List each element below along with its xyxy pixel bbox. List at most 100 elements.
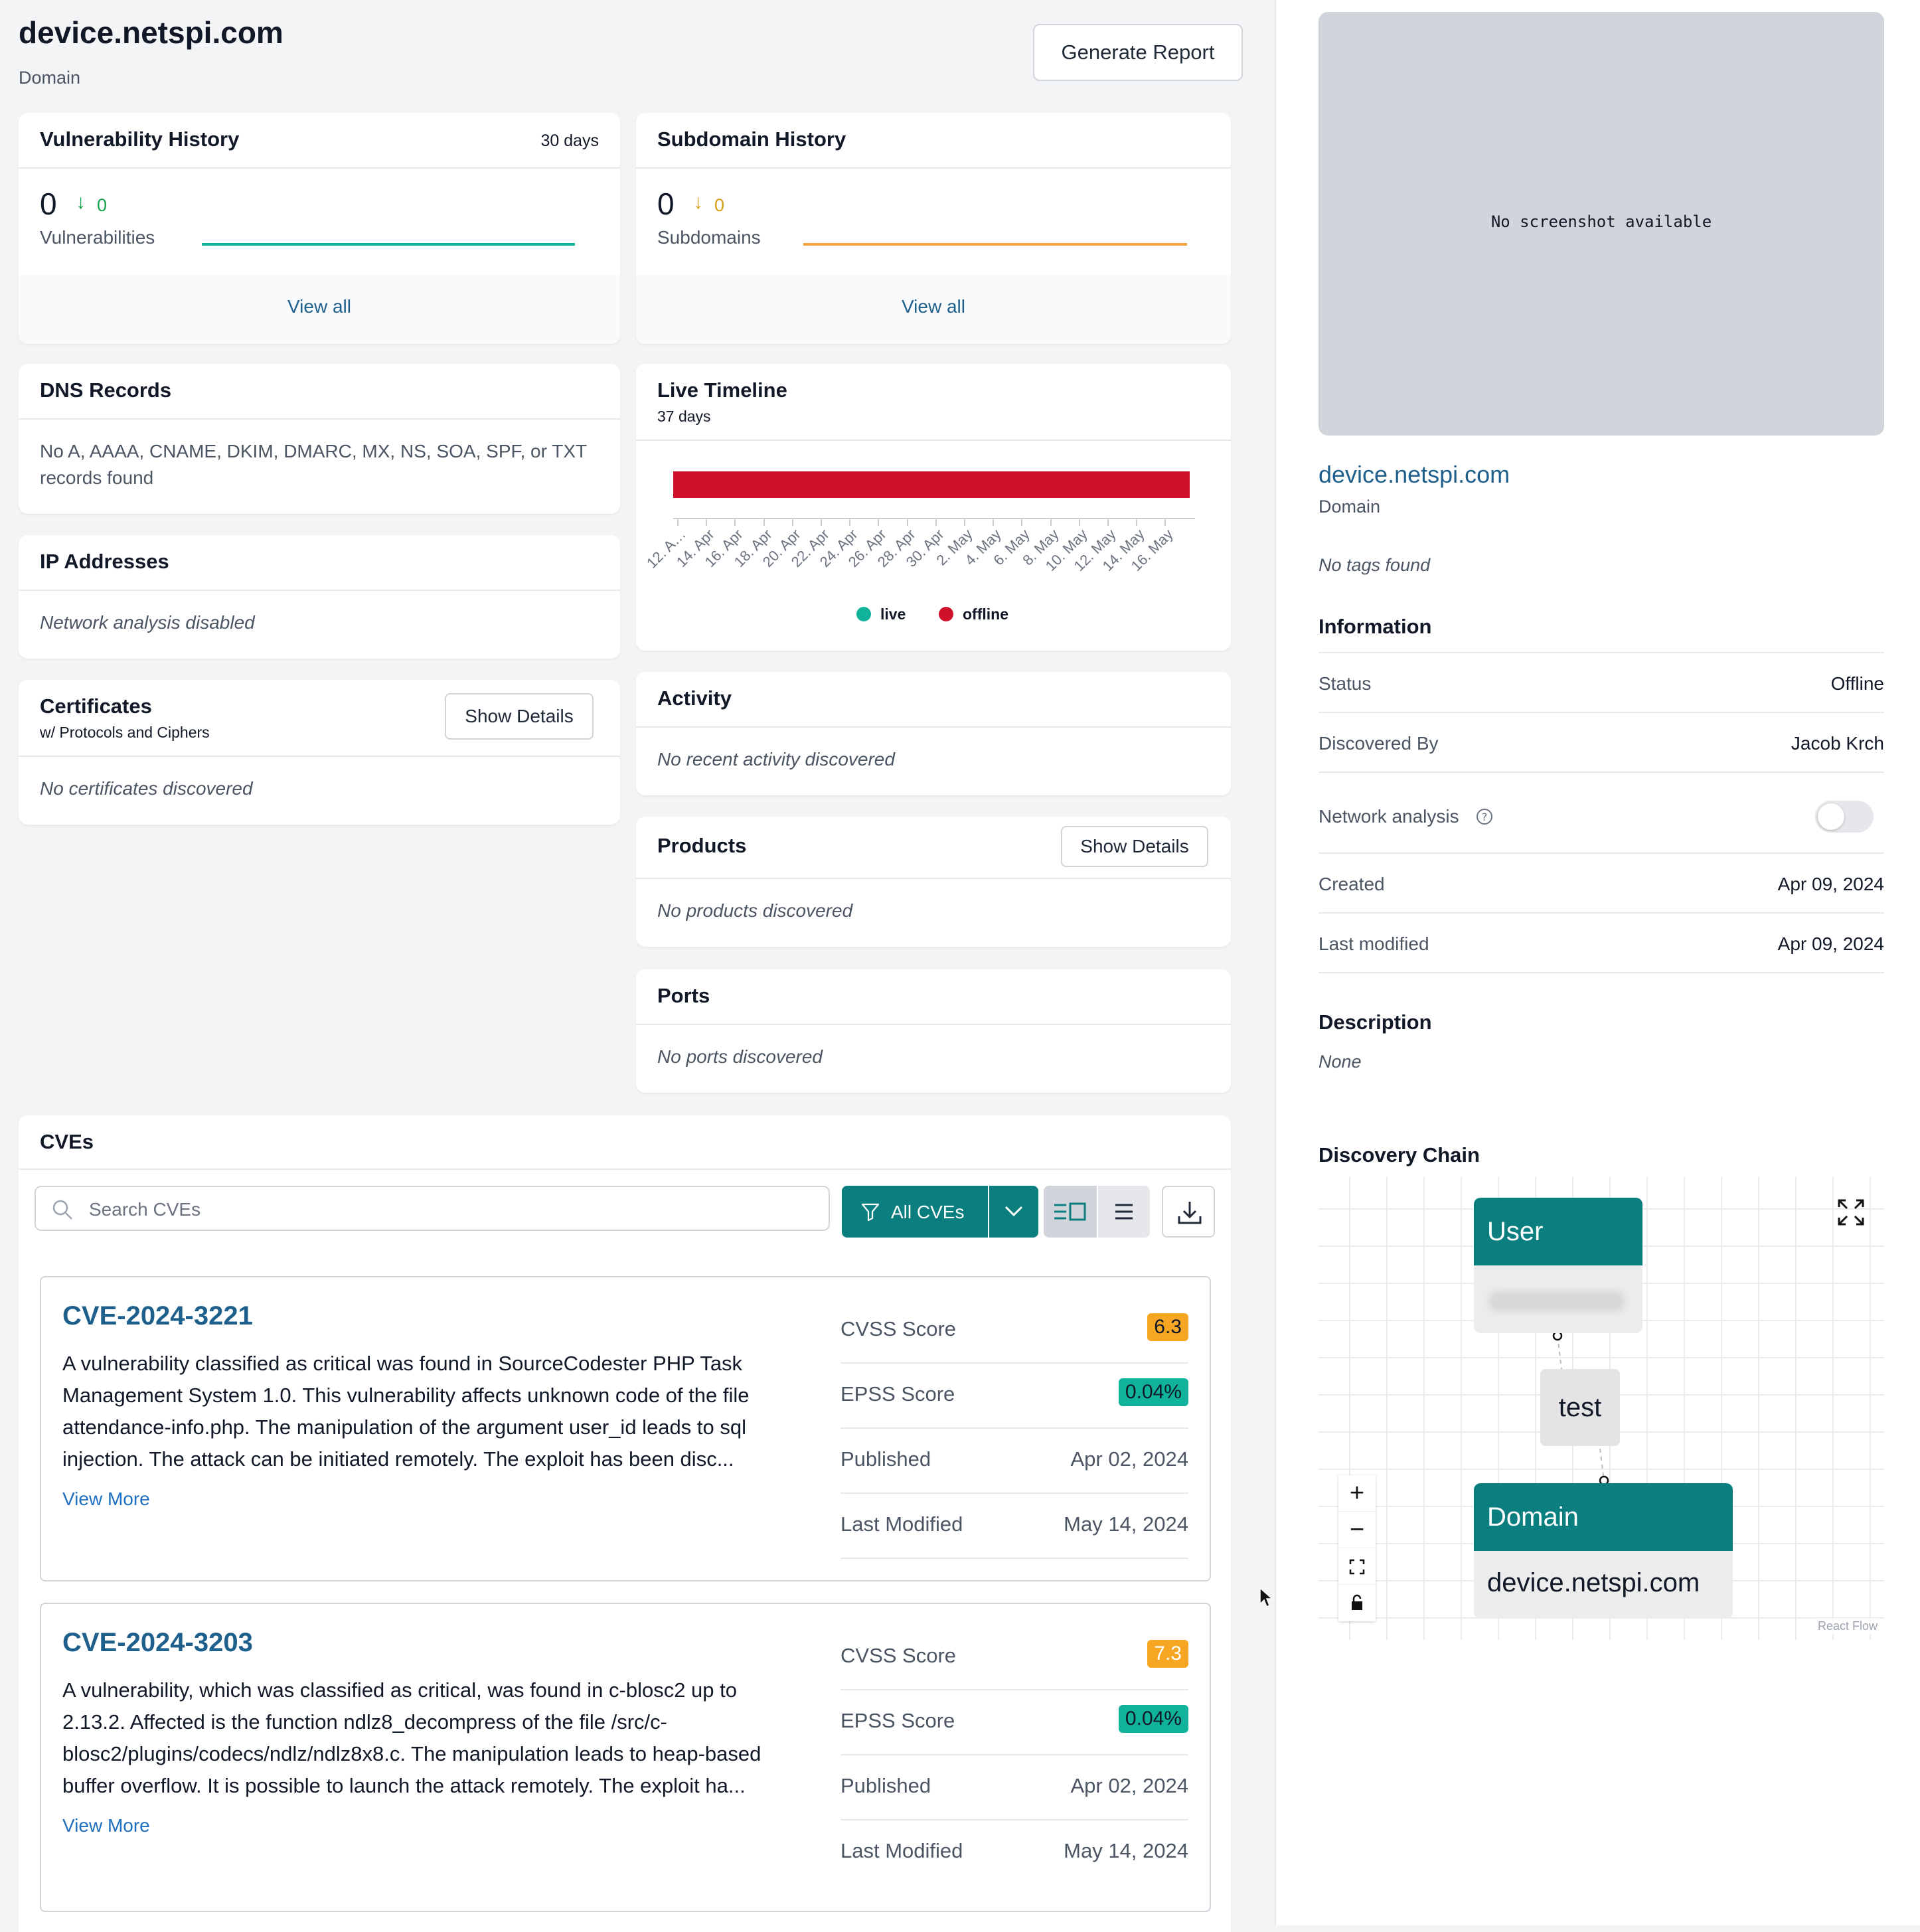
zoom-out-icon[interactable]: − [1338,1512,1376,1548]
card-title: Products [657,834,747,857]
subdomain-label: Subdomains [657,227,761,248]
dns-records-card: DNS Records No A, AAAA, CNAME, DKIM, DMA… [19,364,620,514]
epss-label: EPSS Score [840,1382,955,1406]
discovered-by-label: Discovered By [1319,733,1439,754]
card-view-toggle[interactable] [1044,1186,1097,1238]
certificates-card: Certificates w/ Protocols and Ciphers Sh… [19,680,620,825]
timeline-tick-mark [677,519,679,526]
timeline-tick-mark [878,519,880,526]
react-flow-attribution[interactable]: React Flow [1814,1618,1880,1635]
domain-node-value: device.netspi.com [1487,1568,1700,1597]
timeline-tick-mark [1107,519,1109,526]
test-node[interactable]: test [1540,1369,1620,1446]
legend-live-label[interactable]: live [880,605,906,623]
timeline-tick-mark [964,519,965,526]
activity-empty-text: No recent activity discovered [657,749,895,769]
timeline-tick-mark [1164,519,1166,526]
domain-node-header[interactable]: Domain [1474,1483,1733,1551]
status-value: Offline [1830,673,1884,694]
subdomain-count: 0 [657,187,675,221]
screenshot-placeholder: No screenshot available [1319,12,1884,436]
domain-link[interactable]: device.netspi.com [1319,461,1510,489]
vulnerability-sparkline [202,243,575,246]
card-title: Subdomain History [657,127,846,151]
live-timeline-card: Live Timeline 37 days 12. A… 14. Apr 16. A… [636,364,1231,651]
timeline-tick-mark [1021,519,1023,526]
search-cves-field[interactable]: Search CVEs [35,1186,830,1231]
generate-report-button[interactable]: Generate Report [1033,24,1243,81]
timeline-tick-mark [763,519,765,526]
products-empty-text: No products discovered [657,900,853,921]
published-value: Apr 02, 2024 [1070,1774,1188,1797]
user-node-body[interactable] [1474,1265,1642,1333]
domain-node-body[interactable]: device.netspi.com [1474,1551,1733,1619]
timeline-tick-mark [1078,519,1080,526]
search-placeholder: Search CVEs [89,1199,201,1220]
timeline-tick-mark [935,519,937,526]
published-label: Published [840,1774,931,1797]
user-node-header[interactable]: User [1474,1198,1642,1265]
cvss-badge: 6.3 [1147,1313,1188,1341]
list-view-toggle[interactable] [1098,1186,1150,1238]
published-value: Apr 02, 2024 [1070,1447,1188,1471]
certificates-show-details-button[interactable]: Show Details [445,693,594,740]
created-value: Apr 09, 2024 [1777,874,1884,894]
filter-label: All CVEs [891,1202,965,1222]
card-title: IP Addresses [40,550,169,573]
card-title: Activity [657,686,732,710]
description-value: None [1319,1052,1362,1072]
page-subtitle: Domain [19,68,81,88]
timeline-tick-mark [791,519,793,526]
zoom-in-icon[interactable]: + [1338,1475,1376,1512]
discovery-chain-canvas[interactable]: User test Domain device.netspi.com + − R… [1319,1176,1884,1640]
epss-label: EPSS Score [840,1709,955,1732]
lock-icon[interactable] [1338,1585,1376,1621]
subdomain-sparkline [803,243,1187,246]
cvss-label: CVSS Score [840,1317,957,1340]
filter-dropdown-button[interactable] [989,1186,1038,1238]
legend-live-dot [856,607,871,621]
view-all-vulnerabilities-link[interactable]: View all [19,296,620,317]
legend-offline-label[interactable]: offline [963,605,1008,623]
timeline-tick-mark [1136,519,1138,526]
filter-icon [861,1203,880,1222]
domain-type: Domain [1319,497,1381,517]
no-screenshot-text: No screenshot available [1490,212,1712,231]
published-label: Published [840,1447,931,1471]
view-more-link[interactable]: View More [62,1815,150,1836]
view-all-subdomains-link[interactable]: View all [636,296,1231,317]
view-more-link[interactable]: View More [62,1489,150,1510]
modified-value: May 14, 2024 [1064,1512,1188,1536]
epss-badge: 0.04% [1118,1378,1188,1406]
vulnerability-history-card: Vulnerability History 30 days 0 ↓ 0 Vuln… [19,113,620,344]
card-title: CVEs [40,1130,94,1153]
download-button[interactable] [1162,1186,1215,1238]
mouse-cursor [1259,1587,1273,1608]
timeline-tick-mark [734,519,736,526]
help-icon[interactable]: ? [1475,807,1494,826]
card-title: Certificates [40,694,152,718]
timeline-tick-mark [906,519,908,526]
cve-description: A vulnerability, which was classified as… [62,1678,761,1797]
timeline-tick-mark [1050,519,1052,526]
products-show-details-button[interactable]: Show Details [1061,826,1208,867]
cve-card: CVE-2024-3221 A vulnerability classified… [40,1276,1211,1581]
all-cves-filter-button[interactable]: All CVEs [842,1186,988,1238]
modified-value: May 14, 2024 [1064,1839,1188,1862]
cve-metrics: CVSS Score 7.3 EPSS Score 0.04% Publishe… [840,1637,1188,1909]
card-title: DNS Records [40,378,172,402]
cve-id-link[interactable]: CVE-2024-3203 [62,1628,253,1658]
network-analysis-toggle[interactable] [1815,801,1874,833]
cvss-label: CVSS Score [840,1644,957,1667]
fullscreen-icon[interactable] [1836,1198,1866,1227]
fit-view-icon[interactable] [1338,1548,1376,1585]
chevron-down-icon [1004,1206,1023,1217]
timeline-tick-mark [706,519,708,526]
cve-card: CVE-2024-3203 A vulnerability, which was… [40,1603,1211,1912]
legend-offline-dot [939,607,953,621]
list-icon [1115,1204,1133,1220]
cve-id-link[interactable]: CVE-2024-3221 [62,1301,253,1331]
description-heading: Description [1319,1010,1432,1034]
vulnerability-count: 0 [40,187,57,221]
vulnerability-label: Vulnerabilities [40,227,155,248]
